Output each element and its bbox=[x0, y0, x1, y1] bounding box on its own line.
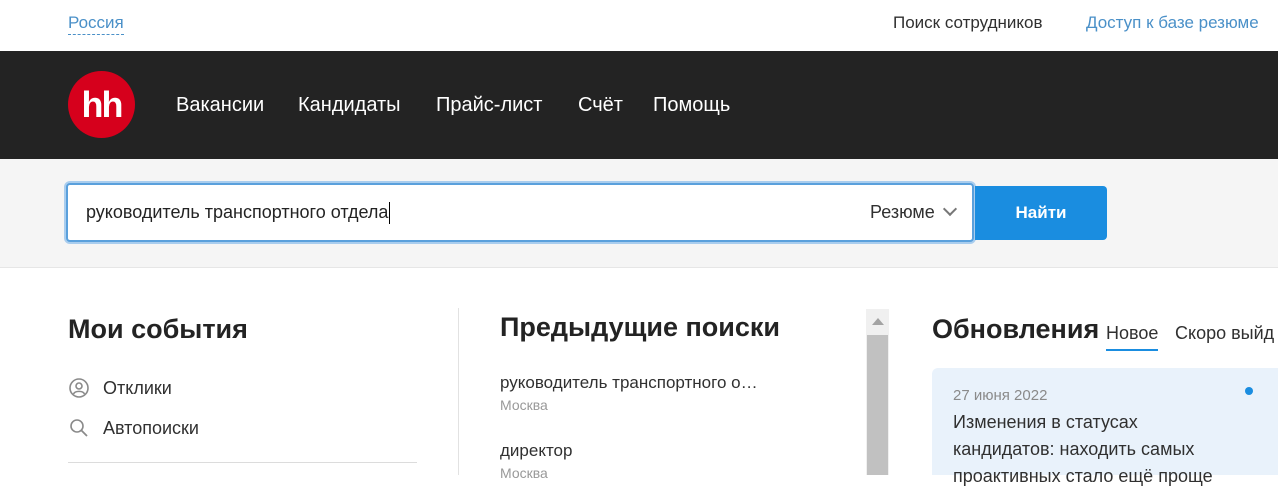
events-title: Мои события bbox=[68, 314, 248, 344]
previous-search-item[interactable]: директор Москва bbox=[500, 440, 840, 482]
search-icon bbox=[68, 417, 90, 439]
employee-search-link[interactable]: Поиск сотрудников bbox=[893, 12, 1043, 34]
update-text: Изменения в статусах кандидатов: находит… bbox=[953, 412, 1213, 486]
column-divider bbox=[458, 308, 459, 475]
search-input-value: руководитель транспортного отдела bbox=[86, 202, 389, 222]
nav-account[interactable]: Счёт bbox=[578, 93, 623, 117]
main-navigation: hh Вакансии Кандидаты Прайс-лист Счёт По… bbox=[0, 51, 1278, 159]
logo-text: hh bbox=[81, 83, 124, 125]
update-date: 27 июня 2022 bbox=[953, 387, 1048, 404]
previous-search-query: директор bbox=[500, 441, 573, 460]
tab-new[interactable]: Новое bbox=[1106, 321, 1159, 351]
top-bar: Россия Поиск сотрудников Доступ к базе р… bbox=[0, 0, 1278, 51]
search-section: руководитель транспортного отдела Резюме… bbox=[0, 159, 1278, 268]
nav-vacancies[interactable]: Вакансии bbox=[176, 93, 264, 117]
previous-search-city: Москва bbox=[500, 465, 548, 481]
unread-dot-icon bbox=[1245, 387, 1253, 395]
events-item-responses[interactable]: Отклики bbox=[68, 377, 172, 399]
events-item-autosearch[interactable]: Автопоиски bbox=[68, 417, 199, 439]
updates-title: Обновления bbox=[932, 314, 1100, 344]
previous-search-query: руководитель транспортного о… bbox=[500, 373, 758, 392]
previous-search-city: Москва bbox=[500, 397, 548, 413]
previous-search-item[interactable]: руководитель транспортного о… Москва bbox=[500, 372, 840, 414]
scroll-up-arrow-icon[interactable] bbox=[866, 309, 889, 333]
person-circle-icon bbox=[68, 377, 90, 399]
scroll-thumb[interactable] bbox=[867, 335, 888, 475]
text-caret bbox=[389, 202, 391, 225]
previous-searches-title: Предыдущие поиски bbox=[500, 312, 781, 342]
search-box: руководитель транспортного отдела Резюме bbox=[66, 183, 974, 242]
events-divider bbox=[68, 462, 417, 463]
nav-help[interactable]: Помощь bbox=[653, 93, 730, 117]
tab-coming-soon[interactable]: Скоро выйд bbox=[1175, 321, 1274, 345]
scrollbar[interactable] bbox=[866, 309, 889, 475]
search-button[interactable]: Найти bbox=[975, 186, 1107, 240]
nav-candidates[interactable]: Кандидаты bbox=[298, 93, 401, 117]
search-input[interactable]: руководитель транспортного отдела bbox=[86, 200, 846, 225]
chevron-down-icon bbox=[942, 201, 957, 217]
search-type-dropdown[interactable]: Резюме bbox=[870, 200, 957, 224]
region-selector[interactable]: Россия bbox=[68, 12, 124, 35]
nav-price-list[interactable]: Прайс-лист bbox=[436, 93, 542, 117]
events-item-label: Отклики bbox=[103, 378, 172, 398]
hh-logo[interactable]: hh bbox=[68, 71, 135, 138]
resume-access-link[interactable]: Доступ к базе резюме bbox=[1086, 12, 1259, 34]
update-card[interactable]: 27 июня 2022 Изменения в статусах кандид… bbox=[932, 368, 1278, 486]
events-item-label: Автопоиски bbox=[103, 418, 199, 438]
search-type-label: Резюме bbox=[870, 202, 935, 222]
